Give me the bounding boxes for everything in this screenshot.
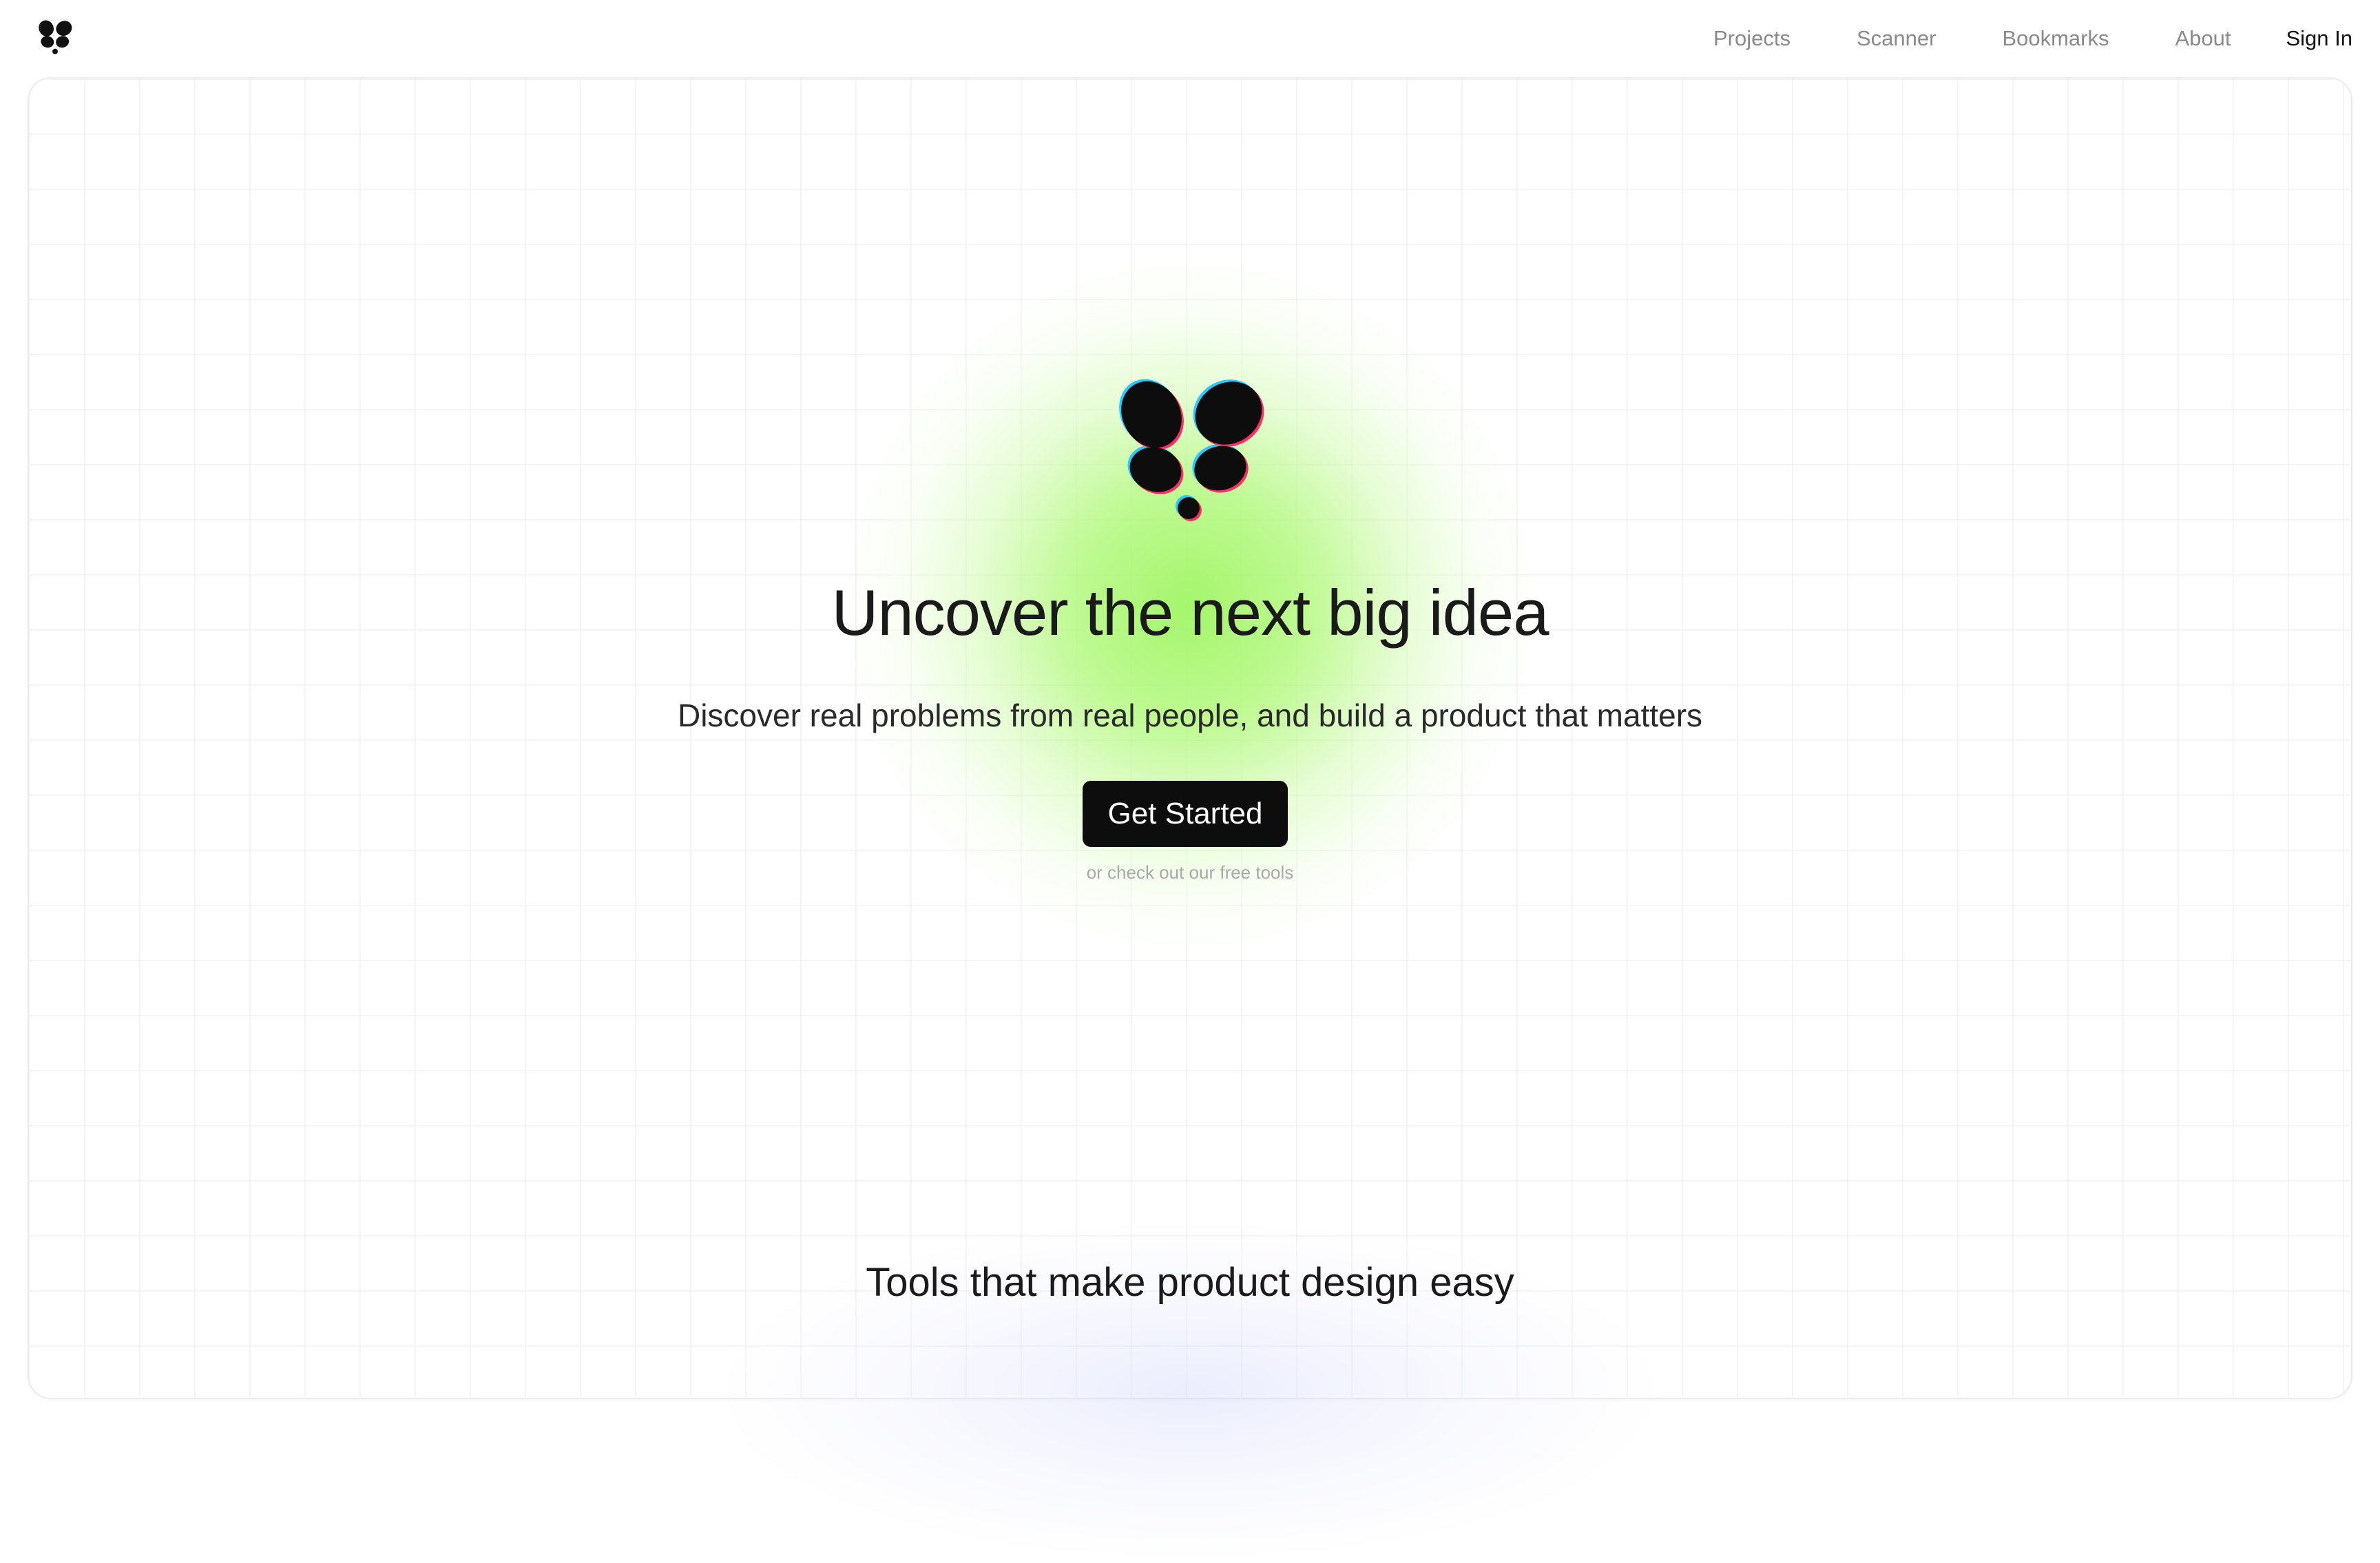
hero-subtitle: Discover real problems from real people,…: [677, 697, 1703, 733]
sign-in-link[interactable]: Sign In: [2286, 26, 2352, 51]
nav-link-about[interactable]: About: [2175, 26, 2231, 51]
get-started-button[interactable]: Get Started: [1083, 781, 1288, 847]
nav-link-scanner[interactable]: Scanner: [1857, 26, 1936, 51]
nav-links: Projects Scanner Bookmarks About Sign In: [1647, 0, 2352, 77]
nav-link-projects[interactable]: Projects: [1713, 26, 1791, 51]
hero-title: Uncover the next big idea: [831, 576, 1549, 649]
tools-section-title: Tools that make product design easy: [866, 1260, 1514, 1305]
butterfly-hero-icon: [1121, 381, 1262, 519]
free-tools-link[interactable]: or check out our free tools: [1083, 862, 1297, 883]
butterfly-logo-icon[interactable]: [36, 19, 74, 55]
top-nav: Projects Scanner Bookmarks About Sign In: [0, 0, 2380, 77]
nav-link-bookmarks[interactable]: Bookmarks: [2002, 26, 2109, 51]
